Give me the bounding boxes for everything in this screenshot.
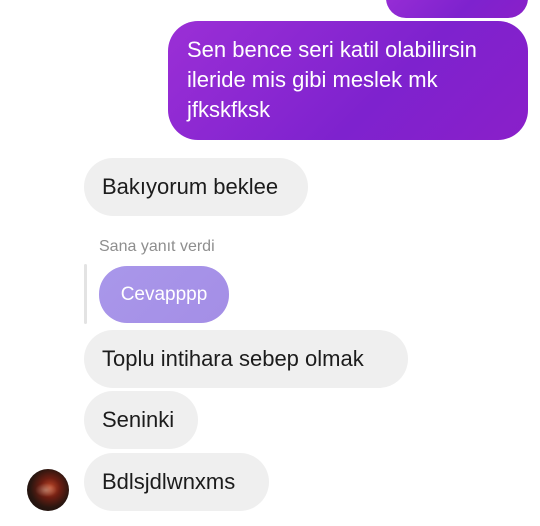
received-message-text: Bdlsjdlwnxms <box>102 469 236 494</box>
received-message-bubble[interactable]: Bakıyorum beklee <box>84 158 308 216</box>
received-message-text: Toplu intihara sebep olmak <box>102 346 364 371</box>
received-message-text: Seninki <box>102 407 175 432</box>
reply-indicator-bar <box>84 264 87 324</box>
quoted-message-text: Cevapppp <box>120 283 208 305</box>
received-message-bubble[interactable]: Toplu intihara sebep olmak <box>84 330 408 388</box>
received-message-text: Bakıyorum beklee <box>102 174 279 199</box>
received-message-bubble[interactable]: Bdlsjdlwnxms <box>84 453 269 511</box>
sent-message-line: Sen bence seri katil olabilirsin <box>187 37 477 62</box>
received-message-bubble[interactable]: Seninki <box>84 391 198 449</box>
quoted-message-bubble[interactable]: Cevapppp <box>99 266 229 323</box>
sent-message-line: jfkskfksk <box>187 97 271 122</box>
sent-message-bubble[interactable]: Sen bence seri katil olabilirsin ileride… <box>168 21 528 140</box>
reply-caption: Sana yanıt verdi <box>99 238 215 255</box>
sent-message-line: ileride mis gibi meslek mk <box>187 67 438 92</box>
previous-sent-message-bubble[interactable] <box>386 0 528 18</box>
sender-avatar[interactable] <box>27 469 69 511</box>
